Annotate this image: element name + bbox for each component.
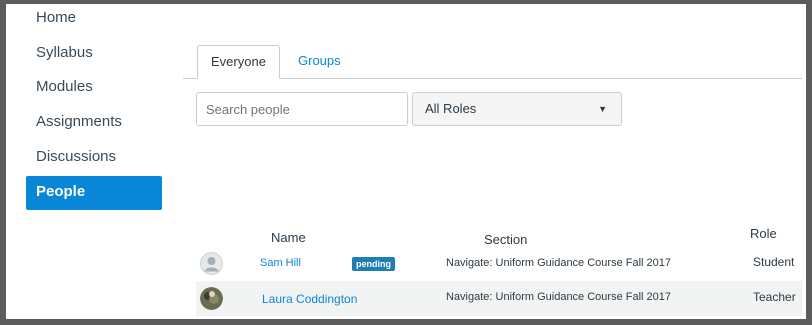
pending-badge: pending xyxy=(352,257,395,271)
table-row: Sam Hill pending Navigate: Uniform Guida… xyxy=(196,246,802,281)
sidebar-item-modules[interactable]: Modules xyxy=(36,78,93,95)
caret-down-icon: ▼ xyxy=(598,104,607,114)
tab-groups[interactable]: Groups xyxy=(285,45,354,78)
tab-everyone[interactable]: Everyone xyxy=(197,45,280,79)
sidebar-item-people[interactable]: People xyxy=(26,176,162,210)
person-name-link[interactable]: Sam Hill xyxy=(260,257,301,269)
role-cell: Student xyxy=(753,255,795,269)
people-tabs: Everyone Groups xyxy=(183,45,802,79)
default-avatar-icon[interactable] xyxy=(200,252,223,275)
photo-avatar[interactable] xyxy=(200,287,223,310)
sidebar-item-discussions[interactable]: Discussions xyxy=(36,148,116,165)
column-header-role[interactable]: Role xyxy=(750,226,777,241)
table-row: Laura Coddington Navigate: Uniform Guida… xyxy=(196,281,802,316)
person-name-link[interactable]: Laura Coddington xyxy=(262,292,357,306)
column-header-name[interactable]: Name xyxy=(271,230,306,245)
section-cell: Navigate: Uniform Guidance Course Fall 2… xyxy=(446,257,672,269)
column-header-section[interactable]: Section xyxy=(484,232,527,247)
roles-select-value: All Roles xyxy=(425,101,477,116)
sidebar-item-syllabus[interactable]: Syllabus xyxy=(36,44,93,61)
role-cell: Teacher xyxy=(753,290,796,304)
sidebar-item-home[interactable]: Home xyxy=(36,9,76,26)
roles-select[interactable]: All Roles ▼ xyxy=(412,92,622,126)
search-people-input[interactable] xyxy=(196,92,408,126)
section-cell: Navigate: Uniform Guidance Course Fall 2… xyxy=(446,291,672,303)
sidebar-item-assignments[interactable]: Assignments xyxy=(36,113,122,130)
